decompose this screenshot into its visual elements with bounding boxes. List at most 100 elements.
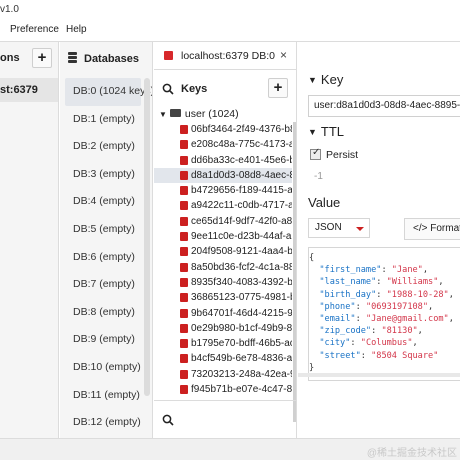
key-list-item[interactable]: b1795e70-bdff-46b5-ac xyxy=(154,336,292,351)
database-item[interactable]: DB:5 (empty) xyxy=(65,216,141,244)
close-icon[interactable]: × xyxy=(280,48,287,62)
key-list-item[interactable]: b4cf549b-6e78-4836-a4 xyxy=(154,351,292,366)
format-select[interactable]: JSON xyxy=(308,218,370,238)
key-list-item[interactable]: a9422c11-c0db-4717-a xyxy=(154,198,292,213)
key-list-item[interactable]: e208c48a-775c-4173-ab xyxy=(154,137,292,152)
window-title: v1.0 xyxy=(0,4,19,15)
database-item[interactable]: DB:7 (empty) xyxy=(65,271,141,299)
key-label: 8a50bd36-fcf2-4c1a-88 xyxy=(191,261,292,273)
key-label: 8935f340-4083-4392-b1 xyxy=(191,276,292,288)
ttl-value[interactable]: -1 xyxy=(314,171,323,182)
key-label: e208c48a-775c-4173-ab xyxy=(191,139,292,151)
key-list-item[interactable]: f945b71b-e07e-4c47-89 xyxy=(154,382,292,397)
value-editor[interactable]: { "first_name": "Jane", "last_name": "Wi… xyxy=(308,247,460,381)
key-list-item[interactable]: 0e29b980-b1cf-49b9-88 xyxy=(154,321,292,336)
menu-preference[interactable]: Preference xyxy=(10,24,59,35)
ttl-section-title: TTL xyxy=(320,124,345,139)
json-punct: : xyxy=(371,326,382,337)
database-item[interactable]: DB:1 (empty) xyxy=(65,106,141,134)
menu-help[interactable]: Help xyxy=(66,24,87,35)
json-punct: , xyxy=(412,338,418,349)
key-list-item[interactable]: 204f9508-9121-4aa4-b7 xyxy=(154,244,292,259)
key-list-item[interactable]: 9b64701f-46d4-4215-9f xyxy=(154,306,292,321)
key-type-icon xyxy=(180,308,188,318)
json-punct: : xyxy=(360,350,372,361)
database-item[interactable]: DB:10 (empty) xyxy=(65,354,141,382)
keys-header: Keys + xyxy=(154,74,296,102)
key-label: 0e29b980-b1cf-49b9-88 xyxy=(191,322,292,334)
key-type-icon xyxy=(180,170,188,180)
key-type-icon xyxy=(180,277,188,287)
add-connection-button[interactable]: + xyxy=(32,48,52,68)
editor-line: { xyxy=(309,252,460,264)
key-list: 06bf3464-2f49-4376-b8 e208c48a-775c-4173-… xyxy=(154,122,292,397)
json-punct: : xyxy=(381,265,392,276)
connection-item[interactable]: st:6379 xyxy=(0,78,58,102)
value-section-title: Value xyxy=(308,195,341,210)
database-item[interactable]: DB:2 (empty) xyxy=(65,133,141,161)
keys-title: Keys xyxy=(181,83,208,95)
key-type-icon xyxy=(180,232,188,242)
database-list: DB:0 (1024 keys) DB:1 (empty) DB:2 (empty)… xyxy=(65,78,152,437)
key-list-item[interactable]: b4729656-f189-4415-a xyxy=(154,183,292,198)
key-type-icon xyxy=(180,293,188,303)
json-value: "0693197108" xyxy=(365,301,429,312)
key-label: 06bf3464-2f49-4376-b8 xyxy=(191,124,292,135)
folder-icon xyxy=(169,109,181,117)
format-select-value: JSON xyxy=(315,222,342,233)
key-list-item[interactable]: d8a1d0d3-08d8-4aec-8 xyxy=(154,167,292,184)
key-list-item[interactable]: 9ee11c0e-d23b-44af-a xyxy=(154,229,292,244)
json-punct: : xyxy=(355,313,366,324)
json-key: "city" xyxy=(309,338,351,349)
key-list-item[interactable]: 8935f340-4083-4392-b1 xyxy=(154,275,292,290)
editor-line: "phone": "0693197108", xyxy=(309,301,460,313)
database-scrollbar[interactable] xyxy=(144,78,150,396)
horizontal-scrollbar[interactable] xyxy=(298,373,460,377)
key-name-field[interactable]: user:d8a1d0d3-08d8-4aec-8895-7c xyxy=(308,95,460,117)
key-label: b4cf549b-6e78-4836-a4 xyxy=(191,353,292,365)
persist-checkbox[interactable]: Persist xyxy=(310,147,358,161)
database-item[interactable]: DB:3 (empty) xyxy=(65,161,141,189)
json-punct: : xyxy=(350,338,361,349)
key-list-item[interactable]: 8a50bd36-fcf2-4c1a-88 xyxy=(154,260,292,275)
format-button[interactable]: </> Format xyxy=(404,218,460,240)
tab-connection[interactable]: localhost:6379 DB:0 × xyxy=(154,42,296,70)
database-item[interactable]: DB:8 (empty) xyxy=(65,299,141,327)
databases-panel: Databases DB:0 (1024 keys) DB:1 (empty) DB… xyxy=(60,42,153,438)
database-item[interactable]: DB:11 (empty) xyxy=(65,382,141,410)
key-filter xyxy=(154,400,296,438)
database-item[interactable]: DB:9 (empty) xyxy=(65,326,141,354)
search-icon[interactable] xyxy=(162,83,174,95)
key-label: 204f9508-9121-4aa4-b7 xyxy=(191,246,292,258)
key-list-item[interactable]: ce65d14f-9df7-42f0-a8 xyxy=(154,214,292,229)
database-item[interactable]: DB:4 (empty) xyxy=(65,188,141,216)
redis-icon xyxy=(164,51,173,60)
json-punct: , xyxy=(448,289,454,300)
folder-user[interactable]: ▼ user (1024) xyxy=(159,108,239,120)
key-type-icon xyxy=(180,369,188,379)
connections-title: ons xyxy=(0,52,20,64)
ttl-section-header[interactable]: ▼ TTL xyxy=(308,124,344,139)
key-type-icon xyxy=(180,216,188,226)
add-key-button[interactable]: + xyxy=(268,78,288,98)
key-section-header[interactable]: ▼ Key xyxy=(308,72,343,87)
editor-line: "first_name": "Jane", xyxy=(309,264,460,276)
chevron-down-icon: ▼ xyxy=(308,75,317,85)
key-list-item[interactable]: 73203213-248a-42ea-93 xyxy=(154,367,292,382)
json-key: "last_name" xyxy=(309,277,377,288)
key-search-input[interactable] xyxy=(178,410,288,428)
json-key: "zip_code" xyxy=(309,326,372,337)
json-value: "81130" xyxy=(381,326,418,337)
title-bar: v1.0 xyxy=(0,0,460,20)
database-item[interactable]: DB:0 (1024 keys) xyxy=(65,78,152,106)
key-list-item[interactable]: 06bf3464-2f49-4376-b8 xyxy=(154,122,292,137)
json-value: "Jane@gmail.com" xyxy=(365,313,449,324)
database-item[interactable]: DB:6 (empty) xyxy=(65,244,141,272)
key-list-item[interactable]: dd6ba33c-e401-45e6-b xyxy=(154,153,292,168)
key-list-item[interactable]: 36865123-0775-4981-b xyxy=(154,290,292,305)
keys-scrollbar[interactable] xyxy=(293,122,296,422)
key-label: 9ee11c0e-d23b-44af-a xyxy=(191,231,292,243)
editor-line: "city": "Columbus", xyxy=(309,337,460,349)
json-punct: : xyxy=(355,301,366,312)
database-item[interactable]: DB:12 (empty) xyxy=(65,409,141,437)
